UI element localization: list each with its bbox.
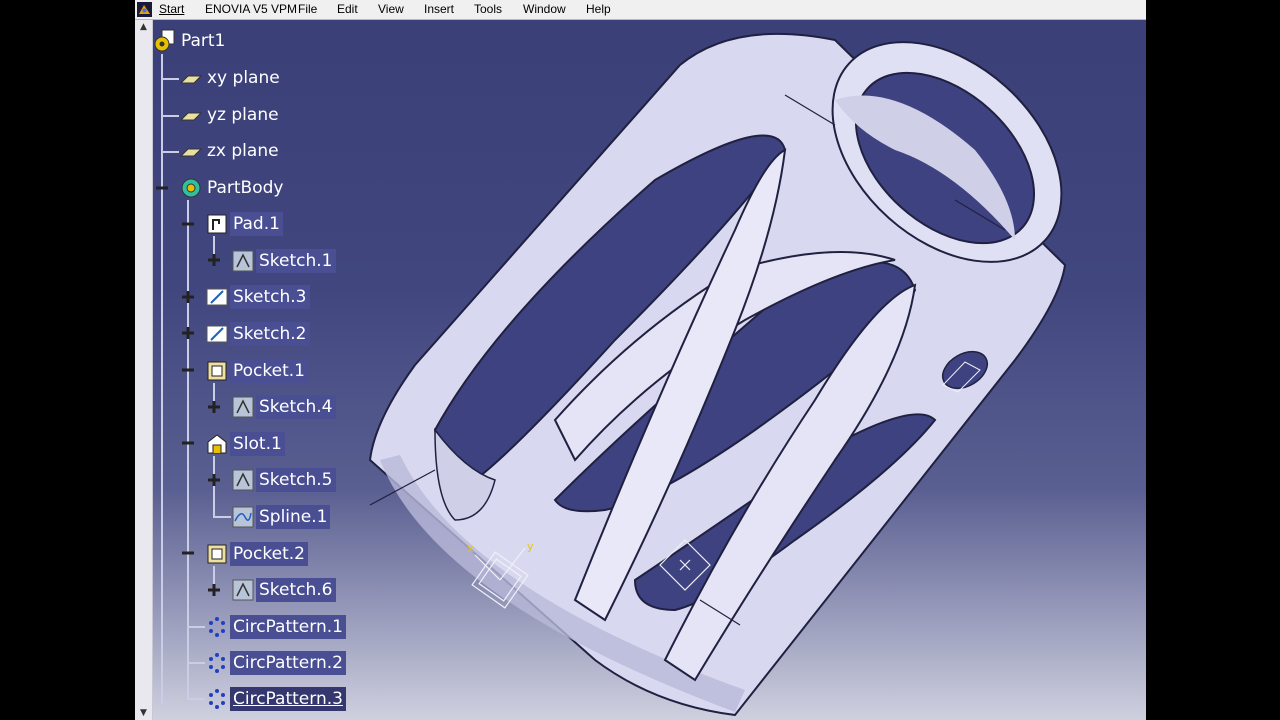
- plane-icon: [179, 148, 203, 157]
- tree-label: Sketch.3: [230, 285, 310, 309]
- menu-help[interactable]: Help: [586, 2, 611, 17]
- collapse-minus-icon[interactable]: [181, 546, 195, 560]
- tree-label: Sketch.6: [256, 578, 336, 602]
- specification-tree: Part1 xy plane yz plane zx plane PartBod…: [135, 0, 495, 720]
- tree-label: Pad.1: [230, 212, 283, 236]
- tree-label: xy plane: [207, 68, 280, 88]
- tree-label: CircPattern.3: [230, 687, 346, 711]
- sketch-grid-icon: [232, 250, 254, 272]
- sketch-icon: [206, 288, 228, 306]
- collapse-minus-icon[interactable]: [181, 217, 195, 231]
- tree-line-h: [187, 626, 205, 628]
- spline-icon: [232, 506, 254, 528]
- tree-label: CircPattern.1: [230, 615, 346, 639]
- tree-line-h: [187, 662, 205, 664]
- tree-line-slot: [213, 456, 215, 518]
- tree-label: zx plane: [207, 141, 279, 161]
- tree-label: Part1: [181, 31, 226, 51]
- tree-line-h: [161, 78, 179, 80]
- part-gear-icon: [154, 29, 175, 52]
- tree-label: Sketch.4: [256, 395, 336, 419]
- expand-plus-icon[interactable]: [181, 290, 195, 304]
- catia-window: x y Start ENOVIA V5 VPM File Edit View I…: [135, 0, 1146, 720]
- tree-label: Pocket.1: [230, 359, 308, 383]
- plane-icon: [179, 75, 203, 84]
- tree-label: yz plane: [207, 105, 279, 125]
- expand-plus-icon[interactable]: [181, 326, 195, 340]
- tree-label: Sketch.5: [256, 468, 336, 492]
- slot-icon: [207, 434, 227, 454]
- expand-plus-icon[interactable]: [207, 583, 221, 597]
- sketch-grid-icon: [232, 579, 254, 601]
- tree-label: Sketch.1: [256, 249, 336, 273]
- tree-label: Pocket.2: [230, 542, 308, 566]
- tree-label: CircPattern.2: [230, 651, 346, 675]
- circ-pattern-icon: [209, 653, 225, 673]
- tree-line-h: [161, 115, 179, 117]
- circ-pattern-icon: [209, 617, 225, 637]
- sketch-grid-icon: [232, 469, 254, 491]
- pad-icon: [207, 214, 227, 234]
- circ-pattern-icon: [209, 689, 225, 709]
- collapse-minus-icon[interactable]: [181, 363, 195, 377]
- tree-line-h: [187, 698, 205, 700]
- menu-window[interactable]: Window: [523, 2, 566, 17]
- tree-label: Spline.1: [256, 505, 331, 529]
- body-gear-icon: [181, 178, 201, 198]
- expand-plus-icon[interactable]: [207, 400, 221, 414]
- collapse-minus-icon[interactable]: [181, 436, 195, 450]
- sketch-grid-icon: [232, 396, 254, 418]
- tree-label: Slot.1: [230, 432, 285, 456]
- sketch-icon: [206, 325, 228, 343]
- tree-label: Sketch.2: [230, 322, 310, 346]
- tree-line-h: [213, 516, 231, 518]
- axis-label-y: y: [527, 540, 534, 553]
- pocket-icon: [207, 361, 227, 381]
- tree-line-body: [187, 200, 189, 700]
- tree-line-h: [161, 151, 179, 153]
- expand-plus-icon[interactable]: [207, 253, 221, 267]
- tree-label: PartBody: [207, 178, 284, 198]
- collapse-minus-icon[interactable]: [155, 181, 169, 195]
- pocket-icon: [207, 544, 227, 564]
- plane-icon: [179, 112, 203, 121]
- expand-plus-icon[interactable]: [207, 473, 221, 487]
